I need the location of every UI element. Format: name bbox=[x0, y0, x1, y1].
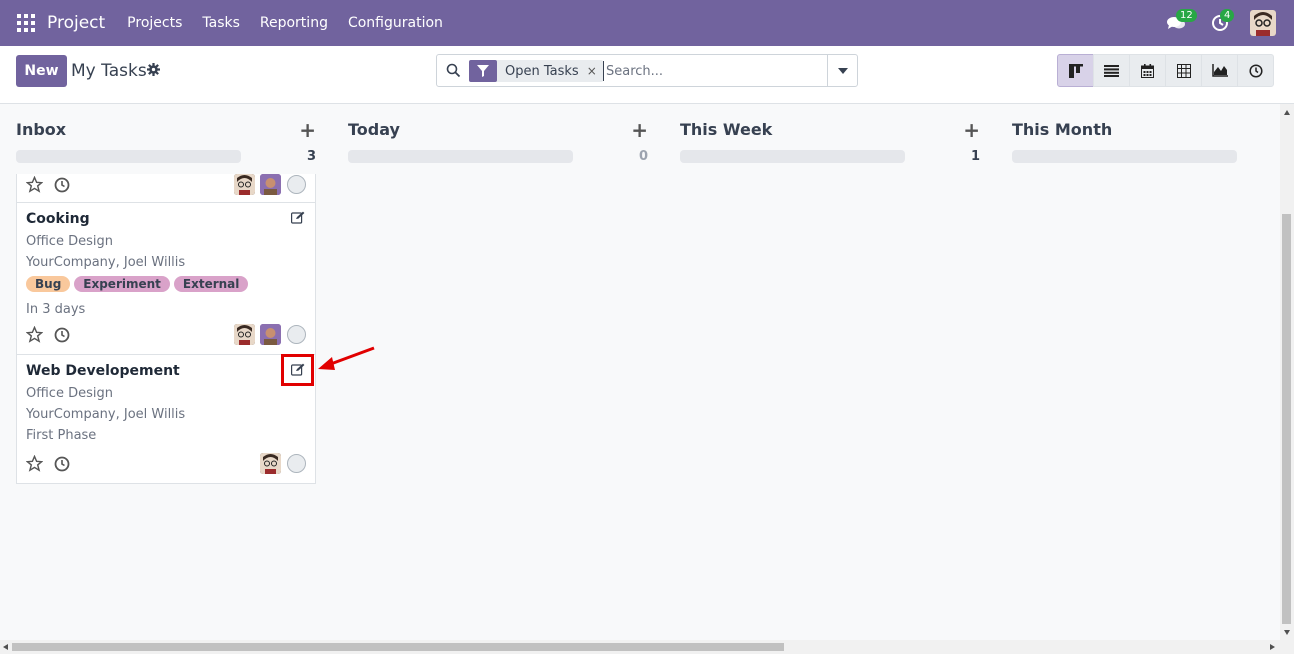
messaging-menu[interactable]: 12 bbox=[1162, 9, 1197, 37]
clock-icon[interactable] bbox=[54, 177, 70, 193]
clock-icon[interactable] bbox=[54, 327, 70, 343]
kanban-board: Inbox + 3 Cooking Office Design YourComp… bbox=[0, 104, 1280, 640]
vertical-scrollbar[interactable] bbox=[1280, 104, 1294, 640]
column-count: 3 bbox=[306, 149, 316, 164]
task-card[interactable]: Web Developement Office Design YourCompa… bbox=[16, 354, 316, 484]
column-this-week: This Week + 1 bbox=[680, 104, 980, 640]
search-input[interactable] bbox=[603, 61, 823, 81]
page-title: My Tasks bbox=[71, 61, 147, 81]
tag-experiment: Experiment bbox=[74, 276, 170, 292]
column-this-month: This Month bbox=[1012, 104, 1280, 640]
task-title: Cooking bbox=[26, 211, 90, 227]
column-title: This Month bbox=[1012, 120, 1113, 139]
activity-icon bbox=[1248, 63, 1263, 78]
messages-badge: 12 bbox=[1176, 9, 1197, 22]
column-progressbar[interactable] bbox=[16, 150, 241, 163]
activities-badge: 4 bbox=[1220, 9, 1235, 22]
task-deadline: In 3 days bbox=[26, 302, 86, 317]
search-options-toggle[interactable] bbox=[827, 55, 857, 86]
facet-remove-button[interactable]: × bbox=[587, 64, 603, 78]
clock-icon[interactable] bbox=[54, 456, 70, 472]
task-customer: YourCompany, Joel Willis bbox=[26, 255, 186, 270]
menu-configuration[interactable]: Configuration bbox=[338, 15, 453, 31]
column-count: 0 bbox=[638, 149, 648, 164]
calendar-view-button[interactable] bbox=[1129, 54, 1166, 87]
list-icon bbox=[1104, 64, 1119, 77]
kanban-icon bbox=[1068, 63, 1083, 78]
star-icon[interactable] bbox=[26, 176, 43, 193]
apps-menu-icon[interactable] bbox=[17, 14, 35, 32]
horizontal-scroll-thumb[interactable] bbox=[12, 643, 784, 651]
facet-label: Open Tasks bbox=[505, 63, 579, 79]
add-task-button[interactable]: + bbox=[299, 118, 316, 142]
avatar bbox=[234, 324, 255, 345]
task-card[interactable]: Cooking Office Design YourCompany, Joel … bbox=[16, 202, 316, 355]
column-progressbar[interactable] bbox=[348, 150, 573, 163]
kanban-view-button[interactable] bbox=[1057, 54, 1094, 87]
kanban-state-indicator[interactable] bbox=[287, 175, 306, 194]
graph-icon bbox=[1211, 64, 1228, 77]
app-brand[interactable]: Project bbox=[47, 13, 105, 33]
tag-bug: Bug bbox=[26, 276, 71, 292]
calendar-icon bbox=[1141, 63, 1154, 78]
search-icon bbox=[446, 63, 461, 78]
pivot-view-button[interactable] bbox=[1165, 54, 1202, 87]
kanban-state-indicator[interactable] bbox=[287, 454, 306, 473]
task-project: Office Design bbox=[26, 386, 113, 401]
edit-icon[interactable] bbox=[291, 211, 305, 224]
add-task-button[interactable]: + bbox=[631, 118, 648, 142]
kanban-state-indicator[interactable] bbox=[287, 325, 306, 344]
column-title: This Week bbox=[680, 120, 773, 139]
task-customer: YourCompany, Joel Willis bbox=[26, 407, 186, 422]
new-button[interactable]: New bbox=[16, 55, 67, 87]
activity-menu[interactable]: 4 bbox=[1206, 9, 1235, 37]
view-switcher bbox=[1057, 54, 1274, 87]
vertical-scroll-thumb[interactable] bbox=[1282, 214, 1291, 624]
star-icon[interactable] bbox=[26, 455, 43, 472]
activity-view-button[interactable] bbox=[1237, 54, 1274, 87]
menu-tasks[interactable]: Tasks bbox=[192, 15, 250, 31]
avatar bbox=[234, 174, 255, 195]
column-progressbar[interactable] bbox=[1012, 150, 1237, 163]
avatar bbox=[260, 453, 281, 474]
top-navbar: Project Projects Tasks Reporting Configu… bbox=[0, 0, 1294, 46]
graph-view-button[interactable] bbox=[1201, 54, 1238, 87]
task-tags: Bug Experiment External bbox=[26, 276, 252, 292]
main-menu: Projects Tasks Reporting Configuration bbox=[117, 15, 453, 31]
add-task-button[interactable]: + bbox=[963, 118, 980, 142]
task-title: Web Developement bbox=[26, 363, 180, 379]
filter-icon bbox=[469, 60, 497, 82]
scroll-down-icon[interactable] bbox=[1284, 630, 1290, 635]
star-icon[interactable] bbox=[26, 326, 43, 343]
pivot-icon bbox=[1176, 63, 1191, 78]
column-inbox: Inbox + 3 Cooking Office Design YourComp… bbox=[16, 104, 316, 640]
search-bar: Open Tasks × bbox=[436, 54, 858, 87]
horizontal-scrollbar[interactable] bbox=[0, 640, 1294, 654]
column-count: 1 bbox=[970, 149, 980, 164]
search-facet: Open Tasks × bbox=[469, 60, 603, 82]
avatar bbox=[260, 174, 281, 195]
task-project: Office Design bbox=[26, 234, 113, 249]
menu-reporting[interactable]: Reporting bbox=[250, 15, 338, 31]
control-panel: New My Tasks Open Tasks × bbox=[0, 46, 1294, 104]
gear-icon[interactable] bbox=[147, 63, 160, 76]
column-today: Today + 0 bbox=[348, 104, 648, 640]
task-stage: First Phase bbox=[26, 428, 97, 443]
annotation-highlight-box bbox=[281, 354, 314, 386]
column-title: Inbox bbox=[16, 120, 67, 139]
list-view-button[interactable] bbox=[1093, 54, 1130, 87]
avatar bbox=[260, 324, 281, 345]
scroll-left-icon[interactable] bbox=[3, 644, 8, 650]
column-title: Today bbox=[348, 120, 400, 139]
menu-projects[interactable]: Projects bbox=[117, 15, 192, 31]
user-avatar[interactable] bbox=[1250, 10, 1276, 36]
tag-external: External bbox=[173, 276, 249, 292]
scroll-right-icon[interactable] bbox=[1270, 644, 1275, 650]
task-card[interactable] bbox=[16, 174, 316, 203]
scroll-up-icon[interactable] bbox=[1284, 110, 1290, 115]
column-progressbar[interactable] bbox=[680, 150, 905, 163]
caret-down-icon bbox=[837, 67, 848, 74]
